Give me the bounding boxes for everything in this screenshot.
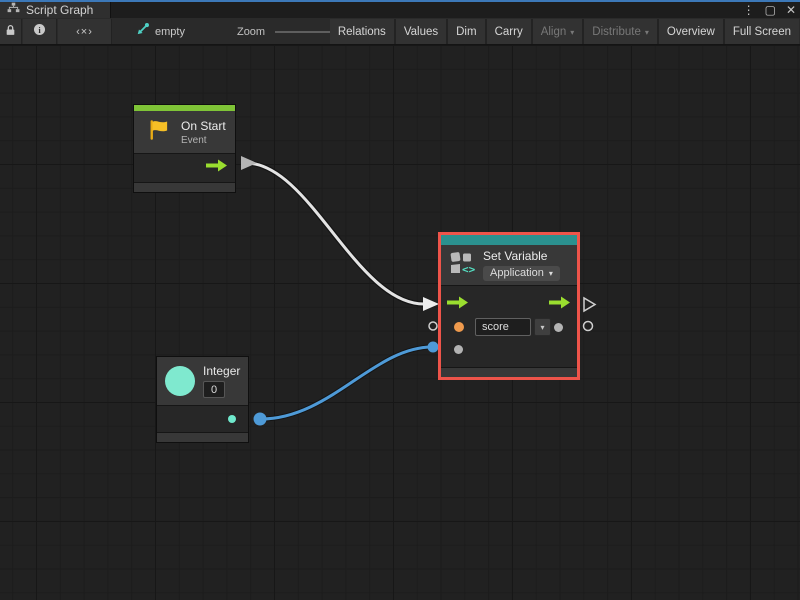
- integer-type-icon: [165, 366, 195, 396]
- titlebar: Script Graph ⋮ ▢ ✕: [0, 2, 800, 18]
- flow-output-port[interactable]: [549, 296, 571, 314]
- integer-body: [157, 405, 248, 432]
- chevron-down-icon: ▾: [645, 29, 649, 37]
- overview-button[interactable]: Overview: [659, 19, 723, 44]
- variable-stripe: [441, 235, 577, 245]
- value-output-port[interactable]: [554, 323, 563, 332]
- set-variable-header[interactable]: <> Set Variable Application ▾: [441, 245, 577, 285]
- close-button[interactable]: ✕: [786, 2, 796, 18]
- node-title: Integer: [203, 364, 240, 378]
- dim-button-label: Dim: [456, 26, 476, 38]
- window-controls: ⋮ ▢ ✕: [743, 2, 796, 18]
- overview-button-label: Overview: [667, 26, 715, 38]
- on-start-header[interactable]: On Start Event: [134, 111, 235, 153]
- code-view-button[interactable]: ‹×›: [58, 19, 112, 44]
- node-on-start[interactable]: On Start Event: [133, 104, 236, 193]
- variable-name-value: score: [482, 321, 509, 333]
- toolbar: i ‹×› empty Zoom 1x Relations Values: [0, 18, 800, 45]
- graph-canvas[interactable]: [0, 45, 800, 600]
- relations-button-label: Relations: [338, 26, 386, 38]
- values-button[interactable]: Values: [396, 19, 446, 44]
- lock-button[interactable]: [0, 19, 22, 44]
- value-input-row: [441, 338, 577, 360]
- values-button-label: Values: [404, 26, 438, 38]
- variable-scope-dropdown[interactable]: Application ▾: [483, 266, 560, 281]
- full-screen-button[interactable]: Full Screen: [725, 19, 799, 44]
- toolbar-buttons: Relations Values Dim Carry Align ▾ Distr…: [330, 19, 799, 44]
- chevron-down-icon: ▾: [570, 29, 574, 37]
- flow-input-port[interactable]: [447, 296, 469, 314]
- distribute-button-label: Distribute: [592, 26, 641, 38]
- node-integer[interactable]: Integer 0: [156, 356, 249, 443]
- on-start-body: [134, 153, 235, 182]
- node-set-variable[interactable]: <> Set Variable Application ▾: [438, 232, 580, 380]
- relations-button[interactable]: Relations: [330, 19, 394, 44]
- connection-status-icon: [136, 22, 150, 41]
- dim-button[interactable]: Dim: [448, 19, 484, 44]
- integer-output-port[interactable]: [228, 415, 236, 423]
- chevron-down-icon: ▾: [549, 270, 553, 278]
- tab-script-graph[interactable]: Script Graph: [0, 2, 111, 18]
- status-label: empty: [155, 26, 185, 38]
- flow-output-port[interactable]: [206, 159, 228, 177]
- flow-port-row: [441, 294, 577, 316]
- variable-scope-value: Application: [490, 267, 544, 279]
- carry-button[interactable]: Carry: [487, 19, 531, 44]
- integer-value-field[interactable]: 0: [203, 381, 225, 398]
- node-title: Set Variable: [483, 249, 560, 263]
- integer-value: 0: [211, 384, 217, 396]
- node-subtitle: Event: [181, 135, 226, 146]
- integer-footer: [157, 432, 248, 442]
- set-variable-body: score ▾: [441, 285, 577, 367]
- tab-title: Script Graph: [26, 3, 93, 17]
- full-screen-button-label: Full Screen: [733, 26, 791, 38]
- lock-icon: [5, 23, 16, 41]
- variable-name-field[interactable]: score: [475, 318, 531, 336]
- code-icon: ‹×›: [76, 26, 93, 38]
- on-start-footer: [134, 182, 235, 192]
- integer-header[interactable]: Integer 0: [157, 357, 248, 405]
- info-icon: i: [33, 23, 46, 41]
- variables-icon: <>: [449, 250, 476, 280]
- maximize-button[interactable]: ▢: [765, 2, 776, 18]
- set-variable-footer: [441, 367, 577, 377]
- window-menu-button[interactable]: ⋮: [743, 2, 755, 18]
- info-button[interactable]: i: [23, 19, 57, 44]
- graph-icon: [7, 1, 20, 19]
- distribute-button: Distribute ▾: [584, 19, 657, 44]
- chevron-down-icon: ▾: [540, 324, 544, 332]
- variable-name-row: score ▾: [441, 316, 577, 338]
- variable-name-dropdown-button[interactable]: ▾: [534, 318, 551, 336]
- flag-icon: [146, 117, 172, 148]
- svg-text:<>: <>: [462, 263, 476, 275]
- align-button: Align ▾: [533, 19, 583, 44]
- variable-name-input-port[interactable]: [454, 322, 464, 332]
- zoom-label: Zoom: [237, 26, 265, 38]
- node-title: On Start: [181, 119, 226, 133]
- value-input-port[interactable]: [454, 345, 463, 354]
- carry-button-label: Carry: [495, 26, 523, 38]
- align-button-label: Align: [541, 26, 567, 38]
